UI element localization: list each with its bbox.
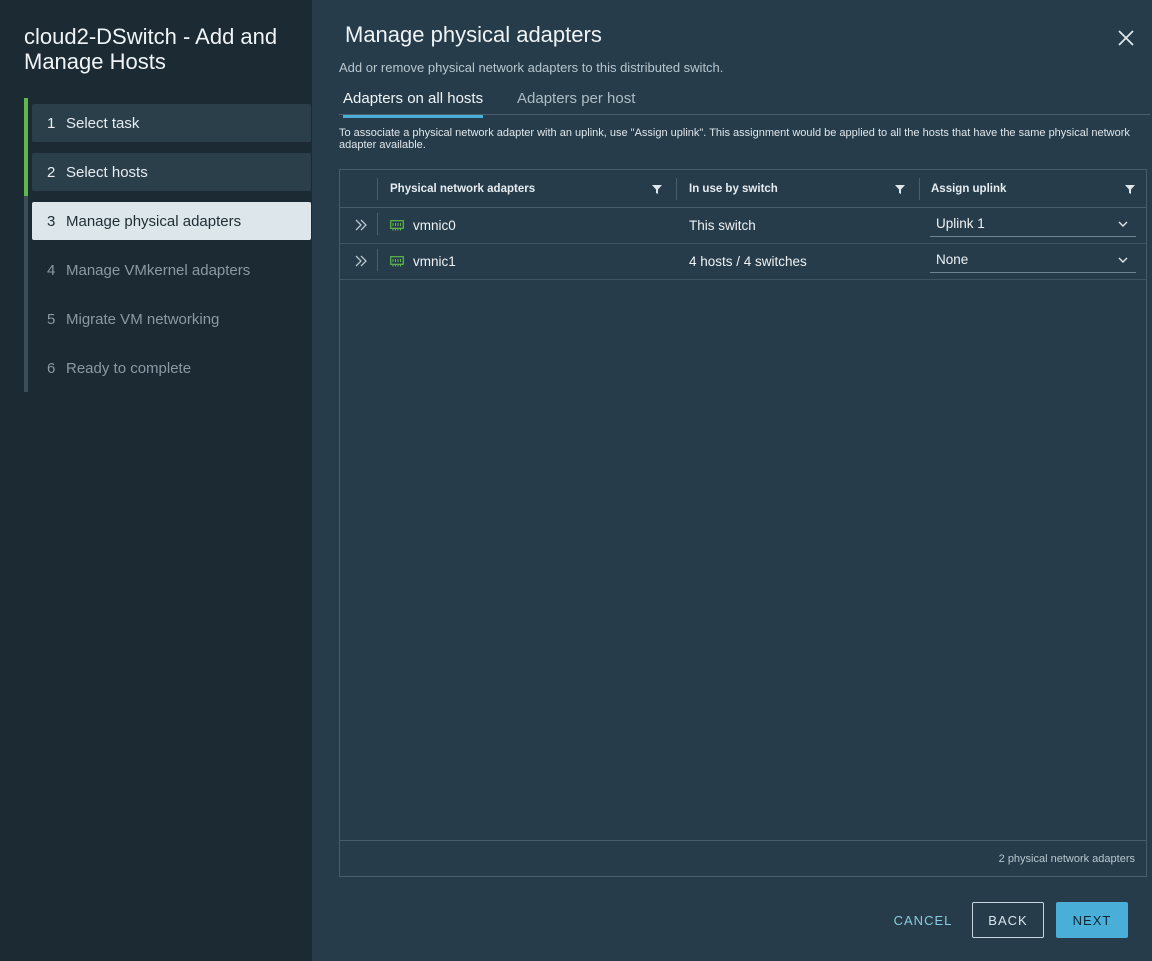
wizard-title: cloud2-DSwitch - Add and Manage Hosts [24,24,278,74]
tab-adapters-on-all-hosts[interactable]: Adapters on all hosts [343,90,484,118]
back-button[interactable]: BACK [972,902,1044,938]
in-use-by-switch: 4 hosts / 4 switches [689,253,807,269]
step-select-task[interactable]: 1 Select task [32,104,311,142]
column-separator[interactable] [676,178,677,200]
step-label: Select hosts [66,163,148,181]
step-manage-physical-adapters[interactable]: 3 Manage physical adapters [32,202,311,240]
step-number: 1 [47,114,56,132]
step-number: 4 [47,261,56,279]
column-separator [377,249,378,271]
column-separator[interactable] [919,178,920,200]
tab-adapters-per-host[interactable]: Adapters per host [517,90,635,115]
adapter-count: 2 physical network adapters [998,852,1135,865]
in-use-by-switch: This switch [689,217,756,233]
column-separator [377,178,378,200]
column-header-in-use-by-switch: In use by switch [689,182,778,195]
close-icon[interactable] [1116,28,1136,48]
assign-uplink-value: None [936,252,969,267]
assign-uplink-select[interactable]: None [930,247,1136,273]
assign-uplink-select[interactable]: Uplink 1 [930,211,1136,237]
adapters-grid: Physical network adapters In use by swit… [339,169,1147,877]
step-manage-vmkernel-adapters: 4 Manage VMkernel adapters [32,251,311,289]
step-number: 6 [47,359,56,377]
next-button[interactable]: NEXT [1056,902,1128,938]
grid-header: Physical network adapters In use by swit… [340,170,1146,208]
cancel-button[interactable]: CANCEL [884,902,962,938]
network-adapter-icon [390,256,404,267]
step-number: 3 [47,212,56,230]
chevron-down-icon [1118,221,1128,227]
chevron-down-icon [1118,257,1128,263]
wizard-sidebar: cloud2-DSwitch - Add and Manage Hosts 1 … [0,0,312,961]
step-migrate-vm-networking: 5 Migrate VM networking [32,300,311,338]
assign-uplink-value: Uplink 1 [936,216,985,231]
network-adapter-icon [390,220,404,231]
expand-row-icon[interactable] [354,219,368,231]
grid-footer: 2 physical network adapters [340,840,1146,876]
adapter-name: vmnic1 [413,253,456,269]
uplink-instruction-note: To associate a physical network adapter … [339,127,1130,151]
steps-rail-done [24,98,28,196]
step-label: Select task [66,114,140,132]
step-label: Migrate VM networking [66,310,220,328]
step-label: Manage VMkernel adapters [66,261,251,279]
step-ready-to-complete: 6 Ready to complete [32,349,311,387]
table-row[interactable]: vmnic0 This switch Uplink 1 [340,207,1146,244]
step-label: Manage physical adapters [66,212,242,230]
step-select-hosts[interactable]: 2 Select hosts [32,153,311,191]
filter-icon[interactable] [1125,184,1135,194]
step-label: Ready to complete [66,359,192,377]
filter-icon[interactable] [652,184,662,194]
expand-row-icon[interactable] [354,255,368,267]
step-number: 2 [47,163,56,181]
table-row[interactable]: vmnic1 4 hosts / 4 switches None [340,243,1146,280]
column-header-assign-uplink: Assign uplink [931,182,1007,195]
tab-bar: Adapters on all hosts Adapters per host [339,86,1150,118]
step-number: 5 [47,310,56,328]
filter-icon[interactable] [895,184,905,194]
column-separator [377,213,378,235]
page-subtitle: Add or remove physical network adapters … [339,60,724,75]
page-title: Manage physical adapters [345,22,602,47]
adapter-name: vmnic0 [413,217,456,233]
column-header-physical-adapters: Physical network adapters [390,182,536,195]
